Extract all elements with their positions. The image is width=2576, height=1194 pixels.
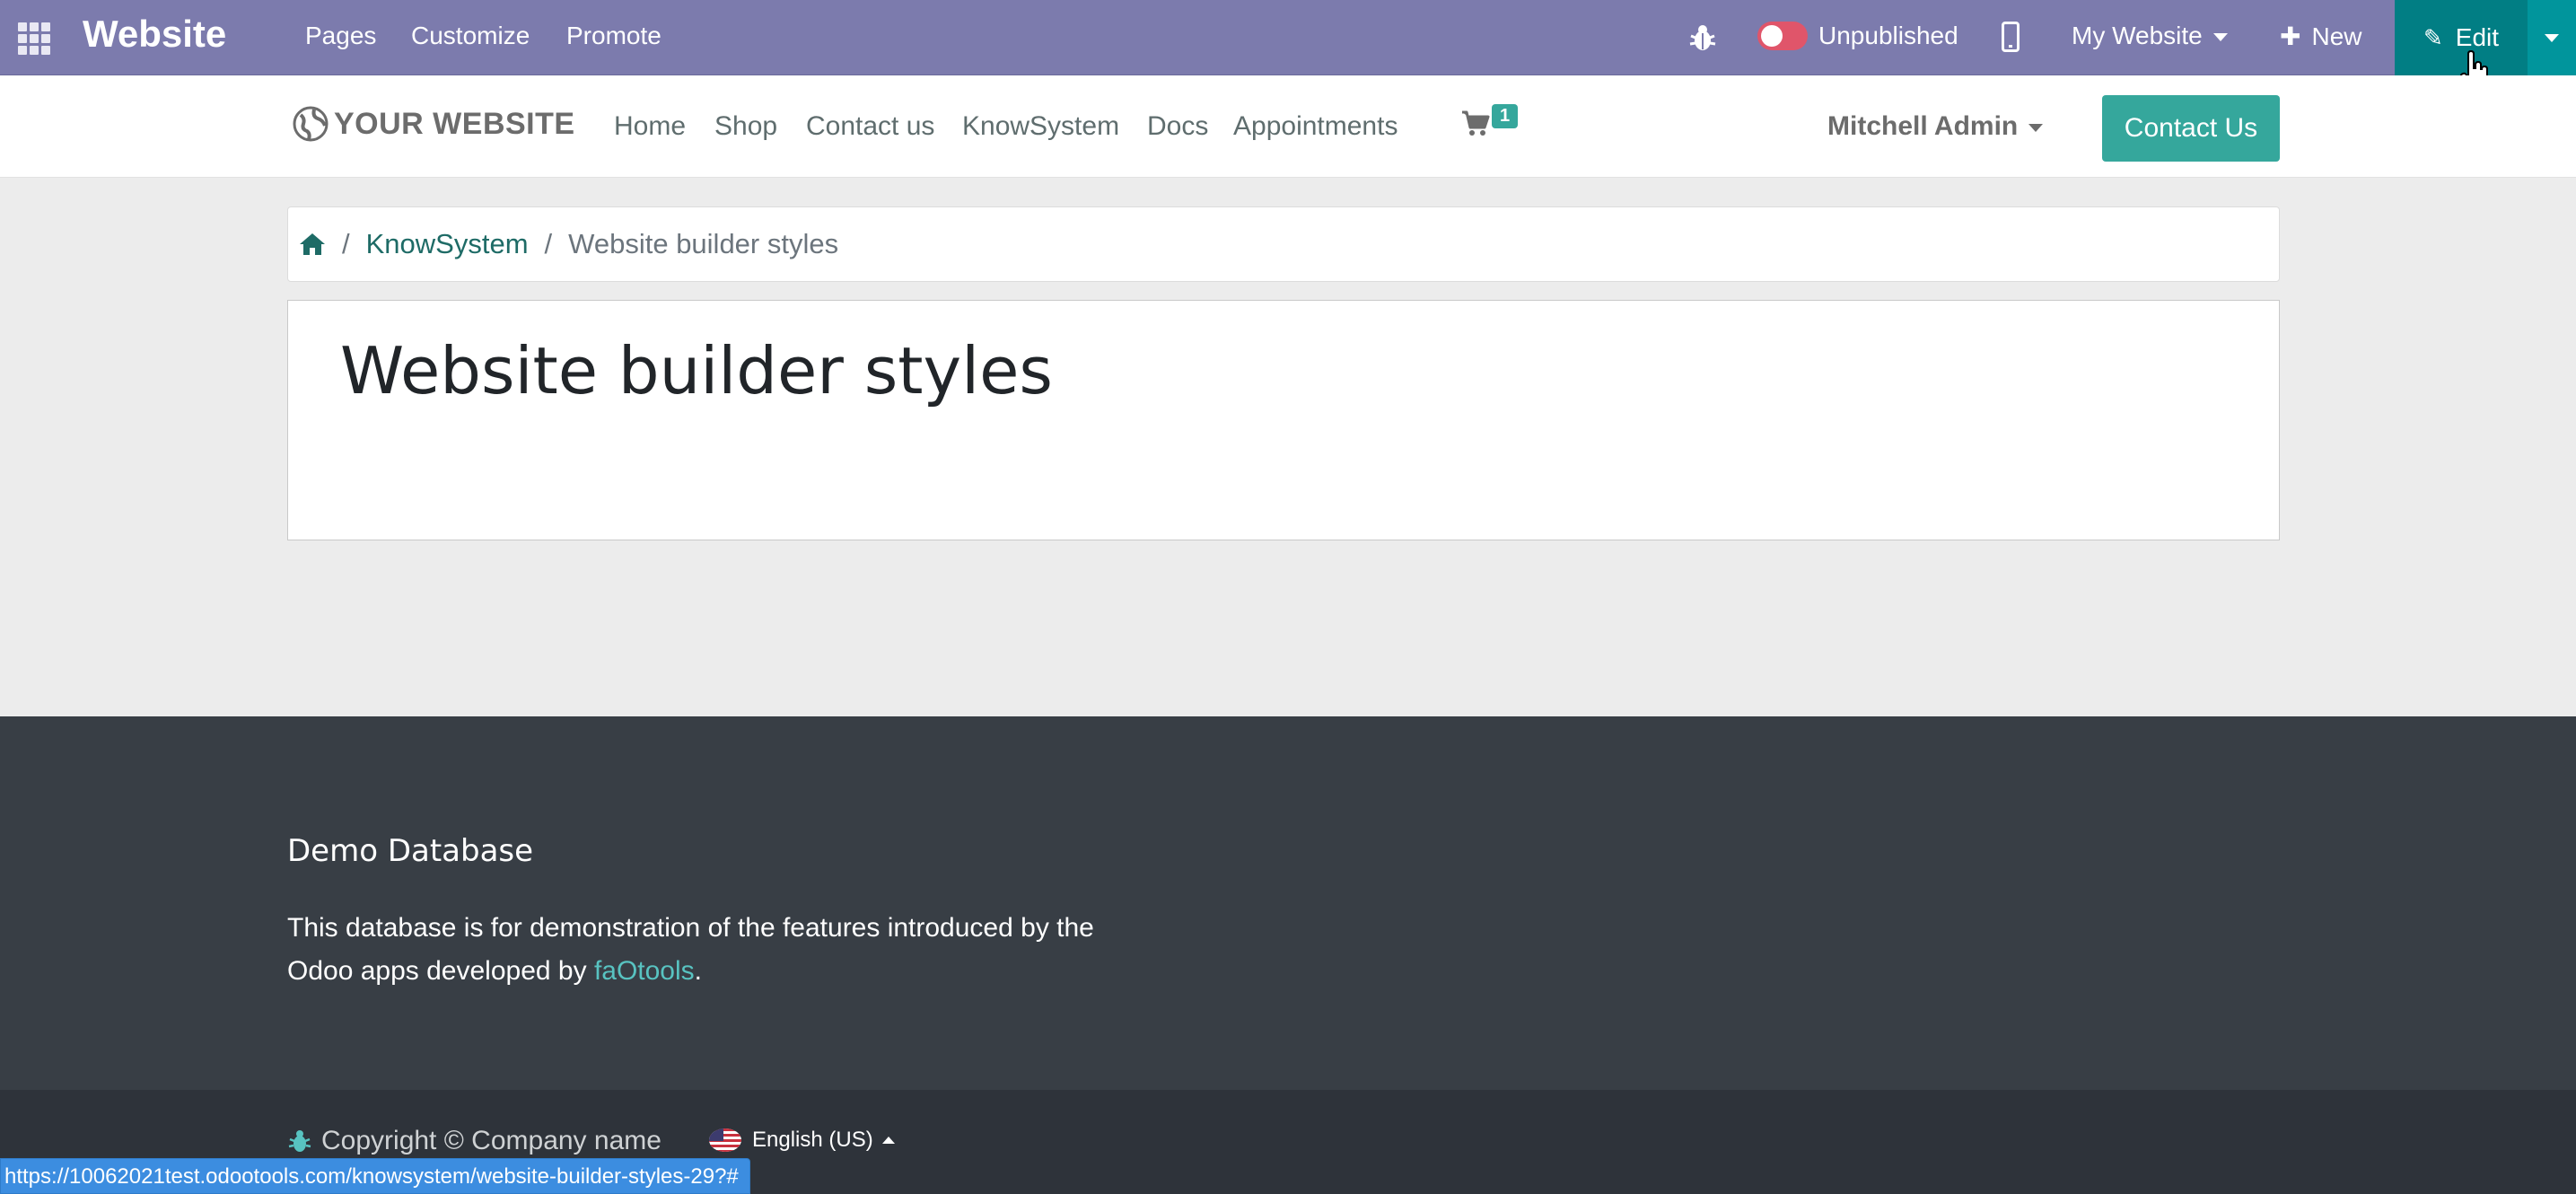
footer-heading: Demo Database — [287, 833, 534, 869]
menu-promote[interactable]: Promote — [566, 22, 662, 50]
new-button-label: New — [2311, 22, 2362, 50]
cart-count-badge: 1 — [1492, 104, 1519, 128]
nav-contact-us[interactable]: Contact us — [806, 111, 934, 142]
article-card: Website builder styles — [287, 300, 2280, 540]
faotools-link[interactable]: faOtools — [594, 956, 695, 986]
publish-status-label[interactable]: Unpublished — [1818, 22, 1958, 50]
chevron-up-icon — [881, 1137, 895, 1144]
contact-us-button[interactable]: Contact Us — [2102, 95, 2280, 162]
website-selector-dropdown[interactable]: My Website — [2072, 22, 2228, 50]
nav-knowsystem[interactable]: KnowSystem — [962, 111, 1119, 142]
breadcrumb-separator: / — [544, 228, 553, 259]
us-flag-icon — [709, 1128, 741, 1152]
plus-icon: ✚ — [2280, 22, 2301, 50]
breadcrumb: / KnowSystem / Website builder styles — [287, 206, 2280, 282]
page-title: Website builder styles — [340, 333, 1053, 408]
language-selector[interactable]: English (US) — [709, 1128, 895, 1153]
bug-icon — [288, 1130, 311, 1152]
home-icon[interactable] — [299, 232, 326, 257]
chevron-down-icon — [2028, 123, 2044, 132]
mobile-preview-icon[interactable] — [2002, 22, 2020, 52]
copyright-text: Copyright © Company name — [321, 1126, 662, 1155]
nav-shop[interactable]: Shop — [714, 111, 777, 142]
debug-bug-icon[interactable] — [1687, 22, 1718, 54]
user-menu-dropdown[interactable]: Mitchell Admin — [1827, 111, 2044, 142]
nav-home[interactable]: Home — [614, 111, 686, 142]
link-preview-statusbar: https://10062021test.odootools.com/knows… — [0, 1158, 750, 1194]
new-content-button[interactable]: ✚ New — [2280, 22, 2361, 51]
breadcrumb-knowsystem[interactable]: KnowSystem — [366, 228, 529, 260]
website-selector-label: My Website — [2072, 22, 2203, 49]
pencil-icon: ✎ — [2423, 23, 2443, 51]
site-logo-text: YOUR WEBSITE — [334, 106, 575, 141]
user-name: Mitchell Admin — [1827, 111, 2019, 141]
footer: Demo Database This database is for demon… — [0, 716, 2576, 1090]
website-header: YOUR WEBSITE Home Shop Contact us KnowSy… — [0, 75, 2576, 178]
edit-button-label: Edit — [2455, 23, 2500, 51]
edit-dropdown-toggle[interactable] — [2528, 0, 2576, 75]
menu-pages[interactable]: Pages — [305, 22, 376, 50]
chevron-down-icon — [2545, 33, 2559, 42]
footer-description: This database is for demonstration of th… — [287, 907, 1095, 993]
shopping-cart-icon[interactable] — [1461, 110, 1490, 136]
nav-docs[interactable]: Docs — [1147, 111, 1208, 142]
app-brand[interactable]: Website — [83, 13, 226, 56]
admin-navbar: Website Pages Customize Promote Unpublis… — [0, 0, 2576, 75]
copyright: Copyright © Company name — [287, 1126, 662, 1156]
site-logo[interactable]: YOUR WEBSITE — [293, 106, 575, 142]
chevron-down-icon — [2212, 33, 2228, 42]
breadcrumb-current: Website builder styles — [568, 228, 839, 259]
globe-icon — [293, 106, 329, 142]
breadcrumb-separator: / — [342, 228, 350, 259]
menu-customize[interactable]: Customize — [411, 22, 530, 50]
nav-appointments[interactable]: Appointments — [1233, 111, 1398, 142]
apps-menu-icon[interactable] — [18, 22, 52, 55]
footer-text-end: . — [694, 956, 703, 986]
language-label: English (US) — [752, 1128, 873, 1152]
publish-toggle[interactable] — [1757, 22, 1808, 50]
